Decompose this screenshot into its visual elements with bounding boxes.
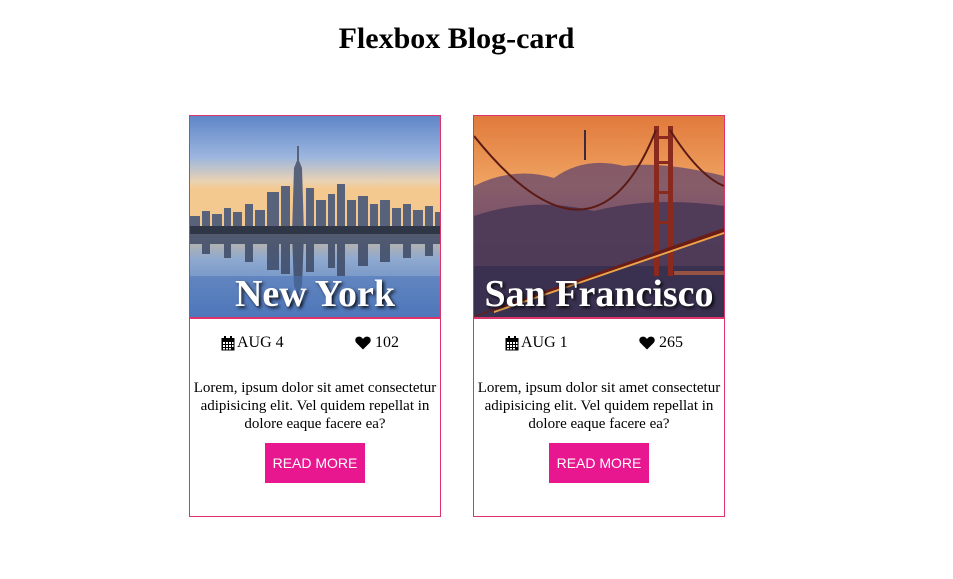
heart-icon[interactable] bbox=[355, 336, 371, 350]
card-meta: AUG 4 102 bbox=[190, 319, 440, 365]
card-city-name: San Francisco bbox=[484, 273, 714, 315]
card-likes-count: 265 bbox=[659, 334, 683, 351]
card-date-text: AUG 1 bbox=[521, 334, 568, 351]
card-likes: 102 bbox=[355, 334, 399, 352]
card-meta: AUG 1 265 bbox=[474, 319, 724, 365]
card-city-name: New York bbox=[234, 273, 396, 315]
card-description: Lorem, ipsum dolor sit amet consectetur … bbox=[193, 380, 437, 432]
card-description: Lorem, ipsum dolor sit amet consectetur … bbox=[477, 380, 721, 432]
read-more-button[interactable]: READ MORE bbox=[265, 443, 365, 483]
blog-card-new-york: New York AUG 4 102 Lorem, ipsum dolor si… bbox=[189, 115, 441, 517]
card-date: AUG 4 bbox=[221, 334, 284, 352]
card-date: AUG 1 bbox=[505, 334, 568, 352]
card-likes: 265 bbox=[639, 334, 683, 352]
card-likes-count: 102 bbox=[375, 334, 399, 351]
card-date-text: AUG 4 bbox=[237, 334, 284, 351]
calendar-icon bbox=[505, 335, 519, 350]
page-title: Flexbox Blog-card bbox=[338, 22, 575, 55]
card-image: New York bbox=[190, 116, 440, 319]
heart-icon[interactable] bbox=[639, 336, 655, 350]
calendar-icon bbox=[221, 335, 235, 350]
blog-card-san-francisco: San Francisco AUG 1 265 Lorem, ipsum dol… bbox=[473, 115, 725, 517]
read-more-button[interactable]: READ MORE bbox=[549, 443, 649, 483]
card-image: San Francisco bbox=[474, 116, 724, 319]
